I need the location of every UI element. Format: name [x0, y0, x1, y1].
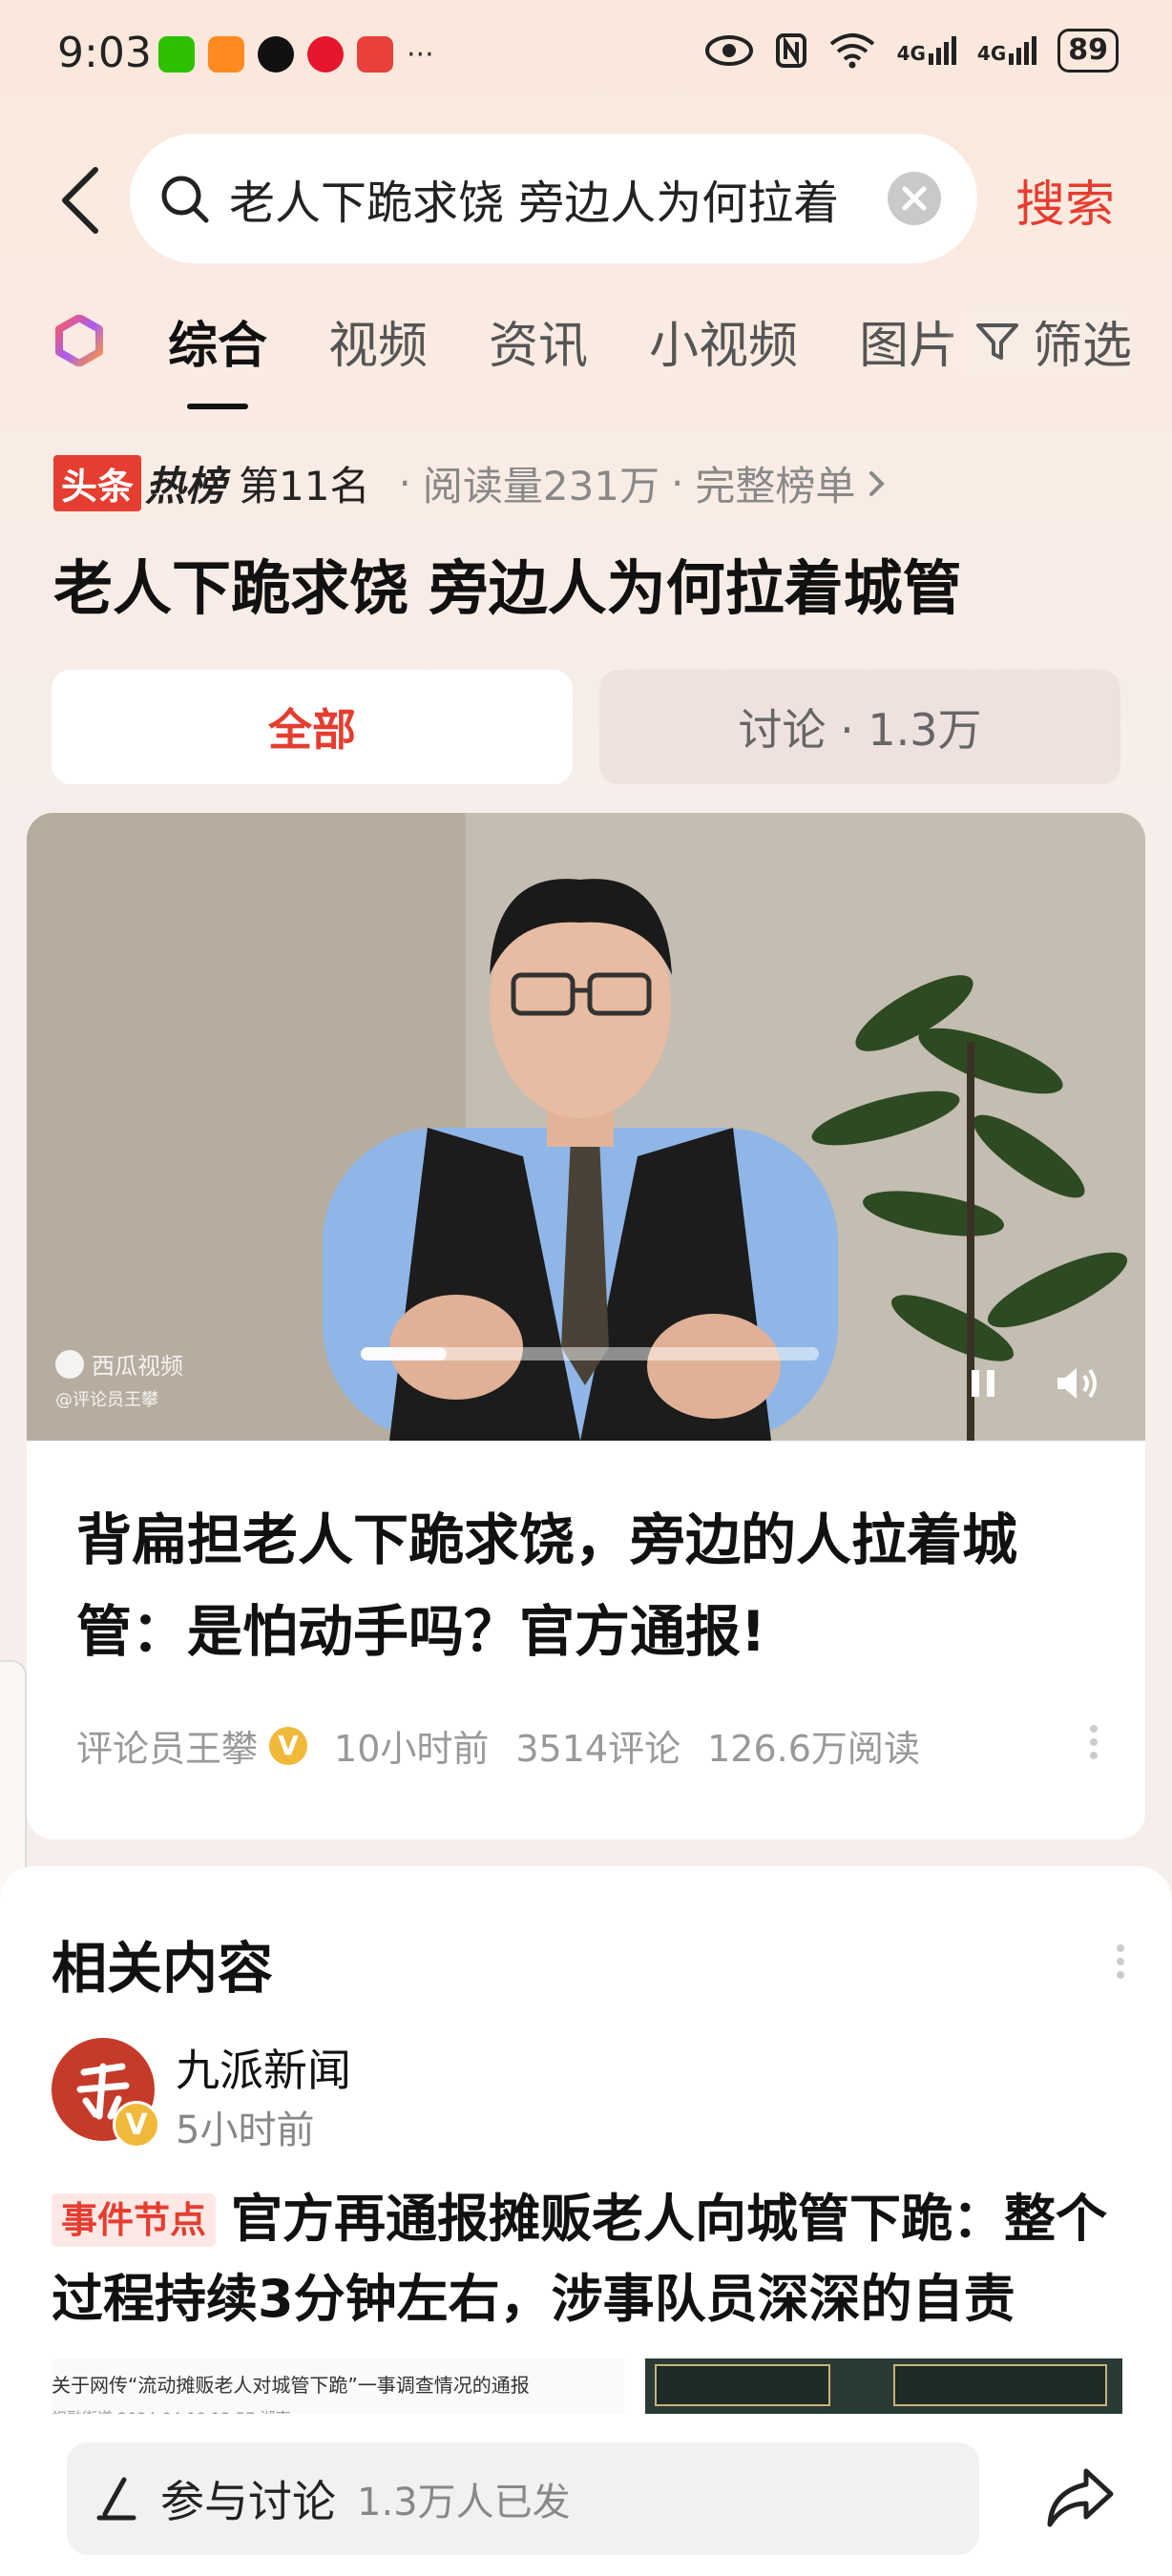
- tab-short-video[interactable]: 小视频: [649, 305, 798, 377]
- more-apps-icon: ···: [407, 37, 434, 72]
- hot-badge-toutiao: 头条: [53, 455, 142, 511]
- wifi-icon: [829, 33, 874, 69]
- search-icon: [161, 176, 209, 223]
- watermark-brand: 西瓜视频: [92, 1353, 183, 1380]
- bottom-bar: 参与讨论 1.3万人已发: [0, 2414, 1172, 2576]
- related-title: 相关内容: [52, 1936, 274, 2001]
- source-name[interactable]: 九派新闻: [176, 2036, 351, 2099]
- video-reads: 126.6万阅读: [707, 1728, 920, 1770]
- discuss-count: 1.3万人已发: [357, 2481, 571, 2524]
- hot-badge-rebang: 热榜: [145, 463, 226, 509]
- discuss-input[interactable]: 参与讨论 1.3万人已发: [67, 2442, 979, 2555]
- chevron-right-icon: [869, 470, 886, 496]
- status-app-icons: ···: [158, 36, 434, 73]
- qq-icon: [258, 36, 294, 73]
- video-meta: 评论员王攀 V 10小时前 3514评论 126.6万阅读: [76, 1719, 920, 1772]
- segment-discussion[interactable]: 讨论 · 1.3万: [599, 670, 1120, 784]
- video-time: 10小时前: [334, 1728, 490, 1770]
- app-orange-icon: [208, 36, 244, 73]
- signal-4g-2: 4G: [977, 36, 1037, 65]
- xigua-logo-icon: [55, 1349, 84, 1379]
- segment-all[interactable]: 全部: [52, 670, 573, 784]
- video-title[interactable]: 背扁担老人下跪求饶，旁边的人拉着城管：是怕动手吗？官方通报!: [76, 1494, 1098, 1677]
- huawei-icon: [357, 36, 393, 73]
- video-card[interactable]: 西瓜视频 @评论员王攀 背扁担老人下跪求饶，旁边的人拉着城管：是怕动手吗？官方通…: [27, 813, 1145, 1839]
- filter-icon: [976, 322, 1018, 360]
- battery-indicator: 89: [1057, 29, 1119, 73]
- eye-icon: [704, 35, 753, 66]
- related-news-title[interactable]: 事件节点 官方再通报摊贩老人向城管下跪：整个过程持续3分钟左右，涉事队员深深的自责: [52, 2179, 1124, 2339]
- tab-comprehensive[interactable]: 综合: [168, 305, 267, 409]
- verified-icon: V: [269, 1726, 308, 1765]
- hot-headline: 老人下跪求饶 旁边人为何拉着城管: [53, 553, 962, 623]
- source-time: 5小时前: [176, 2109, 315, 2152]
- full-list-link[interactable]: 完整榜单: [695, 454, 855, 512]
- pen-icon: [96, 2477, 136, 2521]
- weibo-icon: [307, 36, 344, 73]
- related-more-icon[interactable]: [1117, 1939, 1124, 1984]
- separator-dot: ·: [398, 460, 411, 507]
- tab-news[interactable]: 资讯: [489, 305, 588, 377]
- watermark-author: @评论员王攀: [55, 1390, 158, 1410]
- thumb-doc-title: 关于网传“流动摊贩老人对城管下跪”一事调查情况的通报: [52, 2374, 530, 2397]
- share-icon[interactable]: [1044, 2462, 1117, 2534]
- toutiao-logo-icon: [55, 315, 103, 366]
- search-box[interactable]: 老人下跪求饶 旁边人为何拉着: [130, 134, 977, 263]
- hot-list-row[interactable]: 头条 热榜 第11名 · 阅读量231万 · 完整榜单: [53, 454, 891, 512]
- category-tabs: 综合 视频 资讯 小视频 图片: [168, 305, 958, 409]
- signal-4g-1: 4G: [897, 36, 956, 65]
- more-options-icon[interactable]: [1090, 1719, 1098, 1765]
- filter-label: 筛选: [1033, 318, 1133, 375]
- xigua-watermark: 西瓜视频 @评论员王攀: [55, 1347, 183, 1411]
- hot-list-badge: 头条 热榜: [53, 454, 225, 512]
- hot-reads: 阅读量231万: [422, 463, 660, 509]
- status-time: 9:03: [57, 29, 152, 77]
- video-player[interactable]: 西瓜视频 @评论员王攀: [27, 813, 1145, 1441]
- tab-images[interactable]: 图片: [859, 305, 958, 377]
- clear-icon[interactable]: [888, 172, 941, 225]
- video-comments: 3514评论: [515, 1728, 681, 1770]
- hot-rank: 第11名: [239, 463, 370, 509]
- tab-video[interactable]: 视频: [328, 305, 428, 377]
- filter-button[interactable]: 筛选: [945, 305, 1133, 377]
- pause-icon[interactable]: [964, 1364, 1002, 1402]
- discuss-label: 参与讨论: [160, 2476, 336, 2527]
- separator-dot: ·: [671, 460, 684, 507]
- nfc-icon: [775, 33, 806, 68]
- back-icon[interactable]: [53, 162, 111, 239]
- search-button[interactable]: 搜索: [1015, 164, 1115, 236]
- volume-icon[interactable]: [1054, 1364, 1103, 1402]
- video-author[interactable]: 评论员王攀: [76, 1719, 258, 1772]
- video-frame: [27, 813, 1145, 1441]
- wechat-icon: [158, 36, 195, 73]
- status-indicators: 4G 4G 89: [704, 29, 1119, 73]
- event-tag: 事件节点: [52, 2193, 217, 2247]
- search-input[interactable]: 老人下跪求饶 旁边人为何拉着: [229, 165, 849, 232]
- verified-icon: V: [113, 2101, 160, 2149]
